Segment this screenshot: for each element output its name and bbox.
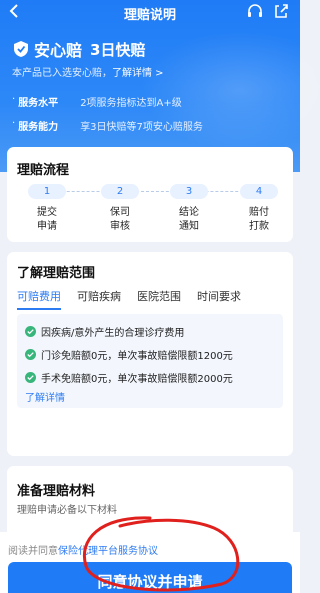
step-label-line: 保司 xyxy=(110,207,130,218)
claim-scope-card: 了解理赔范围 可赔费用 可赔疾病 医院范围 时间要求 因疾病/意外产生的合理诊疗… xyxy=(7,252,293,456)
step-number: 4 xyxy=(240,184,278,199)
step-label-line: 通知 xyxy=(179,221,199,232)
bullet-dot: · xyxy=(12,118,16,129)
step-number: 3 xyxy=(170,184,208,199)
step-label: 赔付 打款 xyxy=(240,206,278,234)
step-number: 1 xyxy=(28,184,66,199)
step-label: 结论 通知 xyxy=(170,206,208,234)
brand-slogan: 3日快赔 xyxy=(90,40,146,59)
scope-item: 手术免赔额0元，单次事故赔偿限额2000元 xyxy=(25,370,233,385)
step-label-line: 提交 xyxy=(37,207,57,218)
brand-subtitle-text: 本产品已入选安心赔， xyxy=(12,68,112,79)
claim-scope-title: 了解理赔范围 xyxy=(17,266,96,281)
step-label: 保司 审核 xyxy=(101,206,139,234)
highlight-row: · 服务能力 享3日快赔等7项安心赔服务 xyxy=(12,118,203,133)
agreement-prefix: 阅读并同意 xyxy=(8,546,58,557)
step-label-line: 申请 xyxy=(37,221,57,232)
scope-item-text: 因疾病/意外产生的合理诊疗费用 xyxy=(41,328,185,339)
highlight-label: 服务能力 xyxy=(18,122,59,133)
highlight-row: · 服务水平 2项服务指标达到A+级 xyxy=(12,94,182,109)
highlight-value: 2项服务指标达到A+级 xyxy=(80,98,182,109)
bullet-dot: · xyxy=(12,94,16,105)
process-steps: 1 2 3 4 xyxy=(17,184,283,200)
scope-item: 因疾病/意外产生的合理诊疗费用 xyxy=(25,324,184,339)
brand-row: 安心赔 3日快赔 xyxy=(12,37,145,61)
brand-name: 安心赔 xyxy=(34,41,83,60)
steps-connector xyxy=(37,191,263,192)
scope-tabs: 可赔费用 可赔疾病 医院范围 时间要求 xyxy=(17,288,257,310)
shield-icon xyxy=(14,41,28,57)
materials-title: 准备理赔材料 xyxy=(17,484,96,499)
step-label-line: 打款 xyxy=(249,221,269,232)
step-number: 2 xyxy=(101,184,139,199)
scope-item-text: 手术免赔额0元，单次事故赔偿限额2000元 xyxy=(41,374,233,385)
share-icon[interactable] xyxy=(272,2,290,20)
brand-details-link[interactable]: 了解详情 > xyxy=(112,68,164,79)
top-bar: 理赔说明 xyxy=(0,0,300,24)
highlight-value: 享3日快赔等7项安心赔服务 xyxy=(80,122,203,133)
claim-process-title: 理赔流程 xyxy=(17,163,70,178)
scope-details-link[interactable]: 了解详情 xyxy=(25,389,65,404)
check-circle-icon xyxy=(25,372,36,383)
bottom-action-bar: 阅读并同意保险代理平台服务协议 同意协议并申请 xyxy=(0,532,300,593)
headset-icon[interactable] xyxy=(246,2,264,20)
highlight-label: 服务水平 xyxy=(18,98,59,109)
step-label-line: 赔付 xyxy=(249,207,269,218)
claim-process-card: 理赔流程 1 2 3 4 提交申请 保司审核 结论通知 赔付打款 xyxy=(7,147,293,242)
agree-and-apply-button[interactable]: 同意协议并申请 xyxy=(8,562,292,593)
scope-item-text: 门诊免赔额0元，单次事故赔偿限额1200元 xyxy=(41,351,233,362)
step-label: 提交 申请 xyxy=(28,206,66,234)
agreement-link[interactable]: 保险代理平台服务协议 xyxy=(58,546,158,557)
brand-subtitle: 本产品已入选安心赔，了解详情 > xyxy=(12,64,164,79)
step-label-line: 审核 xyxy=(110,221,130,232)
scope-item: 门诊免赔额0元，单次事故赔偿限额1200元 xyxy=(25,347,233,362)
step-label-line: 结论 xyxy=(179,207,199,218)
materials-subtitle: 理赔申请必备以下材料 xyxy=(17,505,117,516)
agreement-text: 阅读并同意保险代理平台服务协议 xyxy=(8,542,158,557)
check-circle-icon xyxy=(25,349,36,360)
check-circle-icon xyxy=(25,326,36,337)
tab-time-requirements[interactable]: 时间要求 xyxy=(197,288,241,310)
tab-claimable-expenses[interactable]: 可赔费用 xyxy=(17,288,61,310)
tab-claimable-diseases[interactable]: 可赔疾病 xyxy=(77,288,121,310)
tab-hospital-scope[interactable]: 医院范围 xyxy=(137,288,181,310)
